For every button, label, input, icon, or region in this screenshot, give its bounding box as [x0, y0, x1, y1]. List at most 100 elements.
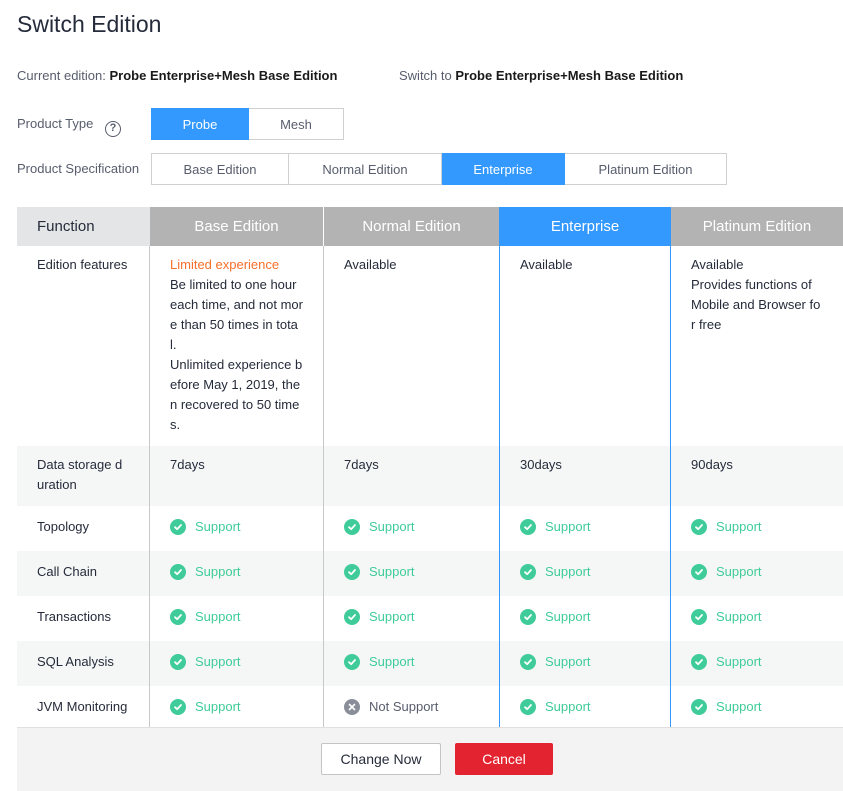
support-label: Support	[545, 654, 591, 669]
spec-option-platinum[interactable]: Platinum Edition	[565, 153, 727, 185]
edition-comparison-table: Function Base Edition Normal Edition Ent…	[17, 207, 843, 731]
check-circle-icon	[520, 654, 536, 670]
current-edition-value: Probe Enterprise+Mesh Base Edition	[109, 68, 338, 83]
support-label: Support	[195, 654, 241, 669]
support-label: Support	[716, 699, 762, 714]
spec-option-enterprise[interactable]: Enterprise	[442, 153, 565, 185]
function-cell: Transactions	[17, 596, 150, 641]
change-now-button[interactable]: Change Now	[321, 743, 441, 775]
question-circle-icon[interactable]: ?	[105, 121, 121, 137]
header-normal-edition: Normal Edition	[324, 207, 499, 246]
product-type-selector: Probe Mesh	[151, 108, 344, 140]
check-circle-icon	[520, 564, 536, 580]
support-label: Support	[716, 519, 762, 534]
switch-to-value: Probe Enterprise+Mesh Base Edition	[455, 68, 684, 83]
base-support-cell: Support	[150, 641, 324, 686]
dialog-title: Switch Edition	[17, 11, 162, 37]
enterprise-support-cell: Support	[499, 596, 671, 641]
product-type-label: Product Type ?	[17, 116, 121, 137]
check-circle-icon	[344, 654, 360, 670]
base-support-cell: Support	[150, 596, 324, 641]
support-label: Support	[195, 699, 241, 714]
product-spec-label: Product Specification	[17, 161, 140, 176]
support-label: Support	[716, 654, 762, 669]
check-circle-icon	[170, 609, 186, 625]
enterprise-support-cell: Support	[499, 641, 671, 686]
support-status: Support	[691, 607, 823, 627]
base-features-cell: Limited experience Be limited to one hou…	[150, 246, 324, 446]
storage-base-cell: 7days	[150, 446, 324, 506]
function-cell: Data storage duration	[17, 446, 150, 506]
check-circle-icon	[344, 519, 360, 535]
platinum-support-cell: Support	[671, 641, 843, 686]
support-status: Support	[691, 517, 823, 537]
header-enterprise: Enterprise	[499, 207, 671, 246]
platinum-support-cell: Support	[671, 551, 843, 596]
check-circle-icon	[344, 564, 360, 580]
table-row-edition-features: Edition features Limited experience Be l…	[17, 246, 843, 446]
current-edition: Current edition: Probe Enterprise+Mesh B…	[17, 68, 337, 83]
enterprise-support-cell: Support	[499, 686, 671, 731]
support-label: Support	[369, 609, 415, 624]
support-status: Support	[170, 697, 303, 717]
support-label: Not Support	[369, 699, 439, 714]
support-status: Support	[691, 652, 823, 672]
limited-experience-label: Limited experience	[170, 257, 280, 272]
storage-enterprise-cell: 30days	[499, 446, 671, 506]
function-cell: JVM Monitoring	[17, 686, 150, 731]
support-label: Support	[369, 519, 415, 534]
spec-option-base[interactable]: Base Edition	[151, 153, 289, 185]
support-status: Support	[691, 562, 823, 582]
support-status: Support	[344, 607, 479, 627]
storage-platinum-cell: 90days	[671, 446, 843, 506]
check-circle-icon	[170, 699, 186, 715]
check-circle-icon	[520, 699, 536, 715]
support-label: Support	[195, 609, 241, 624]
table-row-data-storage: Data storage duration 7days 7days 30days…	[17, 446, 843, 506]
check-circle-icon	[691, 654, 707, 670]
spec-option-normal[interactable]: Normal Edition	[289, 153, 442, 185]
check-circle-icon	[691, 519, 707, 535]
support-status: Support	[520, 697, 650, 717]
support-status: Support	[170, 652, 303, 672]
product-spec-selector: Base Edition Normal Edition Enterprise P…	[151, 153, 727, 185]
function-cell: SQL Analysis	[17, 641, 150, 686]
normal-support-cell: Support	[324, 596, 499, 641]
current-edition-label: Current edition:	[17, 68, 106, 83]
support-label: Support	[545, 609, 591, 624]
enterprise-support-cell: Support	[499, 551, 671, 596]
header-function: Function	[17, 207, 150, 246]
check-circle-icon	[691, 609, 707, 625]
product-type-text: Product Type	[17, 116, 94, 131]
support-status: Support	[691, 697, 823, 717]
support-status: Support	[170, 607, 303, 627]
table-row-feature: SQL Analysis Support Support Support Support	[17, 641, 843, 686]
support-label: Support	[545, 699, 591, 714]
support-label: Support	[545, 519, 591, 534]
normal-support-cell: Support	[324, 551, 499, 596]
check-circle-icon	[520, 519, 536, 535]
support-status: Support	[170, 562, 303, 582]
base-support-cell: Support	[150, 686, 324, 731]
cancel-button[interactable]: Cancel	[455, 743, 553, 775]
support-label: Support	[195, 564, 241, 579]
support-status: Support	[344, 517, 479, 537]
x-circle-icon	[344, 699, 360, 715]
normal-support-cell: Support	[324, 641, 499, 686]
support-status: Support	[170, 517, 303, 537]
support-label: Support	[545, 564, 591, 579]
table-row-feature: Topology Support Support Support Support	[17, 506, 843, 551]
normal-support-cell: Not Support	[324, 686, 499, 731]
product-type-option-mesh[interactable]: Mesh	[249, 108, 344, 140]
support-label: Support	[716, 564, 762, 579]
support-label: Support	[369, 564, 415, 579]
function-cell: Topology	[17, 506, 150, 551]
base-support-cell: Support	[150, 506, 324, 551]
platinum-support-cell: Support	[671, 686, 843, 731]
normal-features-cell: Available	[324, 246, 499, 446]
enterprise-features-cell: Available	[499, 246, 671, 446]
support-status: Support	[520, 607, 650, 627]
check-circle-icon	[170, 654, 186, 670]
product-type-option-probe[interactable]: Probe	[151, 108, 249, 140]
support-label: Support	[369, 654, 415, 669]
